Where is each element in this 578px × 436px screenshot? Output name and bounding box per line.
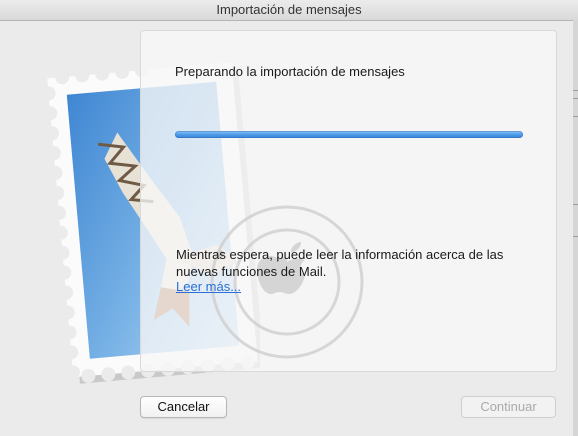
- import-heading: Preparando la importación de mensajes: [175, 64, 405, 79]
- import-progress-bar: [175, 131, 523, 138]
- cancel-button[interactable]: Cancelar: [140, 396, 227, 418]
- background-window-edge: [573, 20, 578, 436]
- window-title: Importación de mensajes: [0, 0, 578, 21]
- continue-button[interactable]: Continuar: [461, 396, 556, 418]
- read-more-link[interactable]: Leer más...: [176, 279, 241, 294]
- info-text: Mientras espera, puede leer la informaci…: [176, 247, 504, 279]
